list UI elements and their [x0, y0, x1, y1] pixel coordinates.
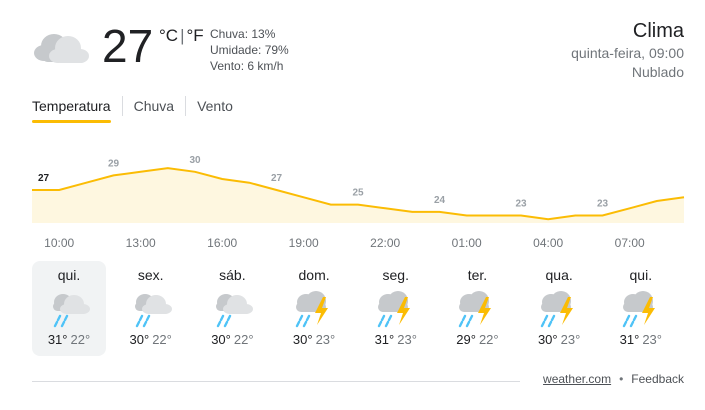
low-temp: 23°	[642, 332, 662, 347]
day-name: qui.	[57, 267, 81, 283]
low-temp: 23°	[397, 332, 417, 347]
day-name: ter.	[467, 267, 488, 283]
time-tick-label: 22:00	[370, 236, 400, 250]
day-card[interactable]: sex. 30° 22°	[114, 261, 188, 356]
time-tick-label: 01:00	[452, 236, 482, 250]
day-temperatures: 30° 22°	[114, 331, 188, 349]
footer-separator: •	[619, 372, 624, 386]
unit-separator: |	[180, 26, 185, 45]
cloudy-rain-icon	[134, 294, 172, 328]
day-card[interactable]: qui. 31° 22°	[32, 261, 106, 356]
chart-value-label: 29	[108, 158, 120, 169]
day-temperatures: 30° 23°	[277, 331, 351, 349]
day-temperatures: 31° 22°	[32, 331, 106, 349]
high-temp: 31°	[374, 332, 395, 347]
thunderstorm-icon	[540, 291, 574, 328]
day-temperatures: 30° 22°	[195, 331, 269, 349]
low-temp: 22°	[152, 332, 172, 347]
unit-switcher: °C | °F	[159, 26, 204, 46]
day-temperatures: 31° 23°	[359, 331, 433, 349]
high-temp: 30°	[129, 332, 150, 347]
high-temp: 31°	[47, 332, 68, 347]
day-temperatures: 30° 23°	[522, 331, 596, 349]
day-card[interactable]: qua. 30° 23°	[522, 261, 596, 356]
chart-value-label: 23	[515, 199, 527, 210]
condition: Nublado	[631, 64, 684, 80]
day-card[interactable]: sáb. 30° 22°	[195, 261, 269, 356]
low-temp: 22°	[233, 332, 254, 347]
thunderstorm-icon	[377, 291, 410, 328]
humidity: Umidade: 79%	[210, 43, 289, 57]
day-name: sáb.	[219, 267, 246, 283]
weather-details: Chuva: 13% Umidade: 79% Vento: 6 km/h	[210, 26, 289, 74]
thunderstorm-icon	[459, 291, 492, 328]
cloudy-icon	[34, 34, 89, 63]
datetime: quinta-feira, 09:00	[571, 45, 684, 61]
day-card[interactable]: dom. 30° 23°	[277, 261, 351, 356]
day-name: seg.	[382, 267, 409, 283]
chart-value-label: 23	[597, 199, 609, 210]
weather-header: Clima quinta-feira, 09:00 Nublado	[571, 18, 684, 82]
chart-value-label: 27	[38, 173, 50, 184]
day-card[interactable]: seg. 31° 23°	[359, 261, 433, 356]
day-name: dom.	[298, 267, 330, 283]
tab-temperatura[interactable]: Temperatura	[32, 96, 122, 116]
time-tick-label: 16:00	[207, 236, 237, 250]
thunderstorm-icon	[295, 291, 329, 328]
day-name: sex.	[137, 267, 164, 283]
high-temp: 29°	[456, 332, 476, 347]
chart-value-label: 30	[189, 155, 201, 166]
unit-fahrenheit[interactable]: °F	[187, 26, 204, 45]
source-link[interactable]: weather.com	[543, 372, 611, 386]
day-name: qui.	[629, 267, 653, 283]
low-temp: 23°	[560, 332, 581, 347]
time-tick-label: 04:00	[533, 236, 563, 250]
chart-value-label: 27	[271, 173, 283, 184]
temperature-chart: 27 29 30 27 25 24 23 23 10:00 13:00 16:00 19:00 22:0…	[32, 155, 685, 250]
precipitation: Chuva: 13%	[210, 27, 276, 41]
time-tick-label: 19:00	[289, 236, 319, 250]
time-tick-label: 10:00	[44, 236, 74, 250]
wind: Vento: 6 km/h	[210, 59, 284, 73]
cloudy-rain-icon	[53, 294, 90, 328]
high-temp: 30°	[292, 332, 313, 347]
low-temp: 22°	[70, 332, 91, 347]
high-temp: 30°	[211, 332, 231, 347]
high-temp: 30°	[537, 332, 558, 347]
low-temp: 23°	[315, 332, 336, 347]
day-temperatures: 31° 23°	[604, 331, 678, 349]
thunderstorm-icon	[622, 291, 655, 328]
time-tick-label: 07:00	[615, 236, 645, 250]
current-temperature: 27	[102, 20, 154, 72]
cloudy-rain-icon	[216, 294, 254, 328]
footer-divider	[32, 381, 520, 382]
chart-value-label: 24	[434, 195, 446, 206]
day-temperatures: 29° 22°	[440, 331, 514, 349]
feedback-link[interactable]: Feedback	[631, 372, 684, 386]
footer: weather.com • Feedback	[543, 372, 684, 386]
active-tab-indicator	[32, 120, 111, 123]
tab-chuva[interactable]: Chuva	[121, 96, 185, 116]
time-tick-label: 13:00	[126, 236, 156, 250]
chart-value-label: 25	[352, 188, 364, 199]
page-title: Clima	[632, 20, 684, 42]
unit-celsius[interactable]: °C	[159, 26, 178, 45]
tab-vento[interactable]: Vento	[185, 96, 244, 116]
low-temp: 22°	[478, 332, 499, 347]
daily-forecast: qui. 31° 22° sex. 30° 22° sáb. 30° 22° d…	[32, 261, 686, 356]
day-name: qua.	[545, 267, 573, 283]
day-card[interactable]: ter. 29° 22°	[440, 261, 514, 356]
high-temp: 31°	[619, 332, 640, 347]
day-card[interactable]: qui. 31° 23°	[604, 261, 678, 356]
